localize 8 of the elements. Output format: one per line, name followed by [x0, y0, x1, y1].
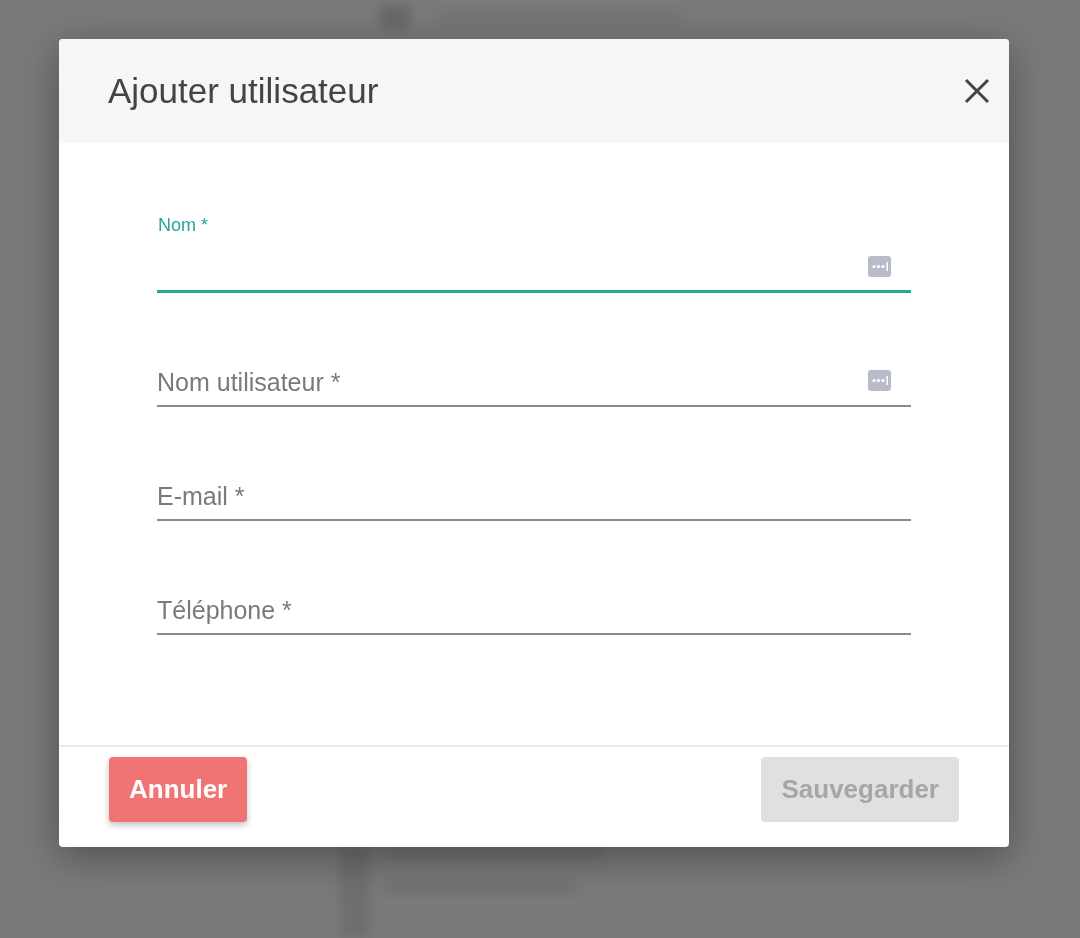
- input-field[interactable]: E-mail *: [157, 473, 911, 521]
- dialog-title: Ajouter utilisateur: [108, 71, 379, 111]
- autofill-icon[interactable]: [868, 370, 891, 391]
- autofill-icon[interactable]: [868, 256, 891, 277]
- field-label: Nom *: [158, 215, 208, 236]
- cancel-button[interactable]: Annuler: [109, 756, 248, 822]
- close-icon: [963, 77, 991, 105]
- input-field[interactable]: Téléphone *: [157, 587, 911, 635]
